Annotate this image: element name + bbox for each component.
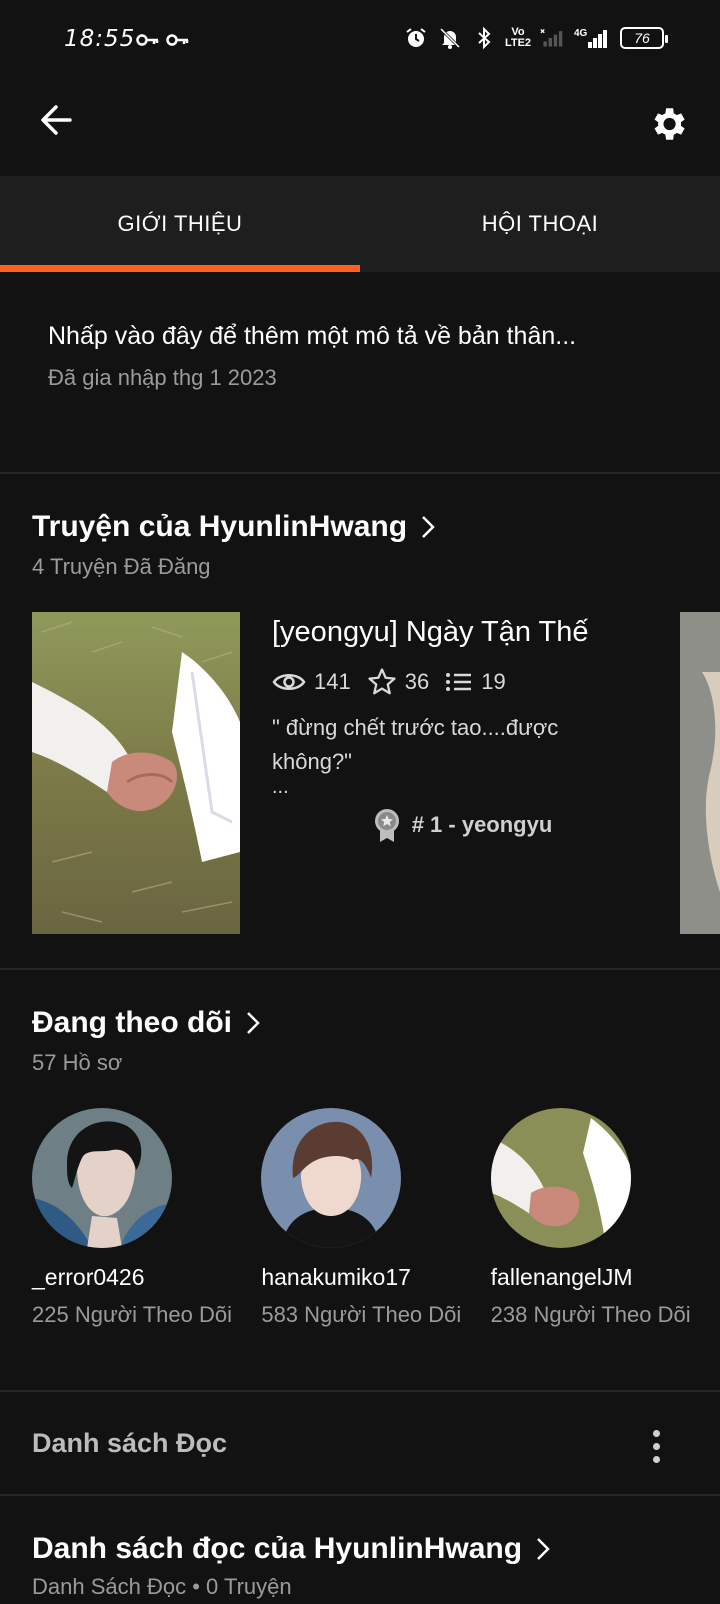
- story-cover-image: [680, 612, 720, 934]
- profile-followers: 238 Người Theo Dõi: [490, 1302, 691, 1327]
- story-description: " đừng chết trước tao....được không?": [272, 715, 559, 774]
- story-cover-image: [32, 612, 240, 934]
- votes-count: 36: [404, 669, 430, 694]
- bluetooth-icon: [472, 24, 496, 52]
- profile-description[interactable]: Nhấp vào đây để thêm một mô tả về bản th…: [48, 322, 688, 351]
- medal-icon: [374, 809, 399, 842]
- app-bar: [0, 80, 720, 176]
- profile-followers: 583 Người Theo Dõi: [261, 1302, 462, 1327]
- tab-conversations[interactable]: HỘI THOẠI: [360, 176, 720, 272]
- divider: [0, 968, 720, 970]
- story-title[interactable]: [yeongyu] Ngày Tận Thế: [272, 616, 632, 649]
- status-time: 18:55: [64, 26, 136, 52]
- profile-card[interactable]: fallenangelJM 238 Người Theo Dõi: [490, 1108, 720, 1329]
- divider: [0, 472, 720, 474]
- stories-count: 4 Truyện Đã Đăng: [32, 554, 211, 579]
- key-icon: [166, 26, 190, 54]
- following-section-header[interactable]: Đang theo dõi: [32, 1006, 260, 1040]
- reading-list-count: Danh Sách Đọc • 0 Truyện: [32, 1574, 292, 1599]
- key-icon: [136, 26, 160, 54]
- joined-date: Đã gia nhập thg 1 2023: [48, 365, 277, 390]
- parts-count: 19: [481, 669, 506, 694]
- avatar[interactable]: [261, 1108, 402, 1248]
- divider: [0, 1390, 720, 1392]
- avatar[interactable]: [32, 1108, 172, 1248]
- story-card[interactable]: [yeongyu] Ngày Tận Thế 141 36 19 " đừng …: [272, 616, 632, 843]
- profile-username[interactable]: fallenangelJM: [491, 1264, 720, 1291]
- profile-username[interactable]: hanakumiko17: [261, 1264, 490, 1291]
- profile-followers: 225 Người Theo Dõi: [32, 1302, 232, 1327]
- following-count: 57 Hồ sơ: [32, 1050, 123, 1075]
- avatar[interactable]: [490, 1108, 631, 1248]
- story-cover-next[interactable]: [680, 612, 720, 934]
- profile-card[interactable]: hanakumiko17 583 Người Theo Dõi: [261, 1108, 490, 1329]
- following-list: _error0426 225 Người Theo Dõi hanakumiko…: [32, 1108, 720, 1329]
- signal-4g-icon: 4G: [574, 24, 610, 52]
- profile-tabs: GIỚI THIỆU HỘI THOẠI: [0, 176, 720, 272]
- eye-icon: [272, 674, 306, 690]
- settings-button[interactable]: [640, 96, 696, 152]
- profile-username[interactable]: _error0426: [32, 1264, 261, 1291]
- tab-about[interactable]: GIỚI THIỆU: [0, 176, 360, 272]
- star-icon: [368, 668, 396, 695]
- back-button[interactable]: [32, 96, 80, 144]
- chevron-right-icon: [422, 516, 435, 538]
- story-description-more: ...: [272, 776, 289, 798]
- bell-off-icon: [438, 24, 462, 52]
- more-vertical-icon: [652, 1429, 660, 1437]
- gear-icon: [654, 108, 685, 140]
- volte-icon: Vo LTE2: [504, 26, 532, 49]
- arrow-left-icon: [41, 105, 72, 135]
- stories-section-header[interactable]: Truyện của HyunlinHwang: [32, 510, 435, 544]
- views-count: 141: [314, 669, 351, 694]
- more-options-button[interactable]: [636, 1422, 676, 1470]
- divider: [0, 1494, 720, 1496]
- alarm-icon: [404, 24, 428, 52]
- ranking-text: # 1 - yeongyu: [411, 812, 553, 837]
- reading-list-header: Danh sách Đọc: [32, 1428, 228, 1458]
- battery-icon: 76: [620, 27, 668, 49]
- status-bar: 18:55 Vo LTE2 4G 76: [0, 0, 720, 80]
- about-section[interactable]: Nhấp vào đây để thêm một mô tả về bản th…: [48, 322, 688, 391]
- story-cover[interactable]: [32, 612, 240, 934]
- ranking-badge: # 1 - yeongyu: [292, 807, 632, 843]
- story-stats: 141 36 19: [272, 667, 632, 697]
- signal-weak-icon: [540, 24, 564, 52]
- list-icon: [446, 673, 472, 691]
- profile-card[interactable]: _error0426 225 Người Theo Dõi: [32, 1108, 261, 1329]
- chevron-right-icon: [537, 1538, 550, 1560]
- chevron-right-icon: [247, 1012, 260, 1034]
- svg-text:4G: 4G: [574, 28, 588, 39]
- reading-list-title[interactable]: Danh sách đọc của HyunlinHwang: [32, 1532, 550, 1566]
